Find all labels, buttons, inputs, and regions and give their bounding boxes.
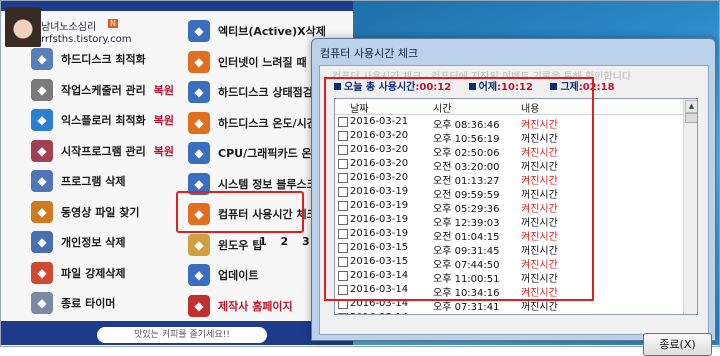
row-time: 오후 06:53:02 <box>433 312 500 314</box>
avatar <box>5 7 41 47</box>
menu-item[interactable]: ◆ 하드디스크 온도/시간 <box>188 110 317 136</box>
menu-item[interactable]: ◆ CPU/그래픽카드 온도 <box>188 140 322 166</box>
optimizer-app: 남녀노소심리 N rrfsths.tistory.com ◆ 하드디스크 최적화 ◆… <box>1 1 353 345</box>
menu-item[interactable]: ◆ 파일 강제삭제 <box>31 260 126 286</box>
menu-item[interactable]: ◆ 하드디스크 상태점검 <box>188 79 313 105</box>
magnifier-icon: ◆ <box>31 200 53 223</box>
new-badge: N <box>108 19 118 28</box>
arrow-icon: ◆ <box>188 50 210 73</box>
row-content: 켜진시간 <box>521 312 558 314</box>
restore-link[interactable]: 복원 <box>154 143 174 159</box>
menu-item-label: 하드디스크 온도/시간 <box>218 116 317 130</box>
menu-item-label: 작업스케줄러 관리 <box>61 83 146 97</box>
x-icon: ◆ <box>31 261 53 284</box>
menu-item[interactable]: ◆ 제작사 홈페이지 <box>188 293 293 319</box>
startup-icon: ◆ <box>31 139 53 162</box>
table-row[interactable]: 2016-03-14 오후 06:53:02 켜진시간 <box>335 312 683 314</box>
list-scrollbar[interactable]: ▲ <box>683 99 697 314</box>
blog-tag: 남녀노소심리 <box>41 22 97 33</box>
menu-item-label: 익스플로러 최적화 <box>61 114 146 127</box>
update-icon: ◆ <box>188 264 210 286</box>
menu-item-label: 하드디스크 상태점검 <box>218 86 313 99</box>
menu-item[interactable]: ◆ 동영상 파일 찾기 <box>31 199 140 225</box>
scroll-thumb[interactable] <box>685 113 697 123</box>
menu-item-label: 엑티브(Active)X삭제 <box>218 25 326 38</box>
menu-item-label: 제작사 홈페이지 <box>218 299 293 313</box>
menu-item[interactable]: ◆ 프로그램 삭제 <box>31 168 126 194</box>
menu-item-label: CPU/그래픽카드 온도 <box>218 147 322 160</box>
close-button[interactable]: 종료(X) <box>643 333 712 356</box>
tip-icon: ◆ <box>188 233 210 256</box>
menu-item[interactable]: ◆ 익스플로러 최적화 복원 <box>31 107 174 133</box>
blog-url: rrfsths.tistory.com <box>41 34 132 45</box>
disk-icon: ◆ <box>188 81 210 103</box>
highlight-box <box>324 77 594 301</box>
menu-item[interactable]: ◆ 하드디스크 최적화 <box>31 46 146 72</box>
menu-item[interactable]: ◆ 개인정보 삭제 <box>31 229 126 255</box>
dialog-title: 컴퓨터 사용시간 체크 <box>320 47 419 60</box>
menu-item-label: 시작프로그램 관리 <box>61 144 146 158</box>
app-top-bar <box>1 1 353 11</box>
menu-item[interactable]: ◆ 종료 타이머 <box>31 290 115 316</box>
active-icon: ◆ <box>188 20 210 42</box>
menu-item-label: 인터넷이 느려질 때 <box>218 55 307 69</box>
home-icon: ◆ <box>188 294 210 317</box>
menu-item-label: 하드디스크 최적화 <box>61 53 146 66</box>
gear-clock-icon: ◆ <box>31 78 53 101</box>
menu-item[interactable]: ◆ 시작프로그램 관리 복원 <box>31 138 174 164</box>
tip-numbers[interactable]: 1 2 3 <box>259 235 310 248</box>
chip-icon: ◆ <box>188 142 210 164</box>
highlight-box <box>176 191 304 233</box>
menu-item-label: 동영상 파일 찾기 <box>61 205 140 219</box>
menu-item[interactable]: ◆ 작업스케줄러 관리 복원 <box>31 77 174 103</box>
footer-banner: 맛있는 커피를 즐기세요!! <box>97 327 267 343</box>
menu-item-label: 프로그램 삭제 <box>61 175 126 188</box>
calendar-icon: ◆ <box>31 231 53 253</box>
menu-item[interactable]: ◆ 엑티브(Active)X삭제 <box>188 18 326 44</box>
menu-item-label: 업데이트 <box>218 269 259 282</box>
restore-link[interactable]: 복원 <box>154 82 174 98</box>
usage-time-dialog: 컴퓨터 사용시간 체크 컴퓨터 사용시간 체크 - 컴퓨터에 저장된 이벤트 기… <box>311 38 716 356</box>
restore-link[interactable]: 복원 <box>154 112 174 128</box>
sleep-icon: ◆ <box>31 292 53 314</box>
row-date: 2016-03-14 <box>350 312 408 314</box>
menu-item-label: 개인정보 삭제 <box>61 236 126 249</box>
ie-icon: ◆ <box>31 109 53 131</box>
row-checkbox[interactable] <box>338 313 348 314</box>
menu-item-label: 윈도우 팁 <box>218 238 263 252</box>
scroll-up-icon[interactable]: ▲ <box>685 100 697 113</box>
thermo-icon: ◆ <box>188 111 210 134</box>
menu-item[interactable]: ◆ 윈도우 팁 <box>188 232 262 258</box>
menu-item[interactable]: ◆ 인터넷이 느려질 때 <box>188 49 307 75</box>
menu-item-label: 파일 강제삭제 <box>61 266 126 280</box>
wrench-icon: ◆ <box>31 48 53 70</box>
menu-item-label: 종료 타이머 <box>61 297 116 310</box>
menu-item[interactable]: ◆ 업데이트 <box>188 262 258 288</box>
checklist-icon: ◆ <box>31 170 53 192</box>
